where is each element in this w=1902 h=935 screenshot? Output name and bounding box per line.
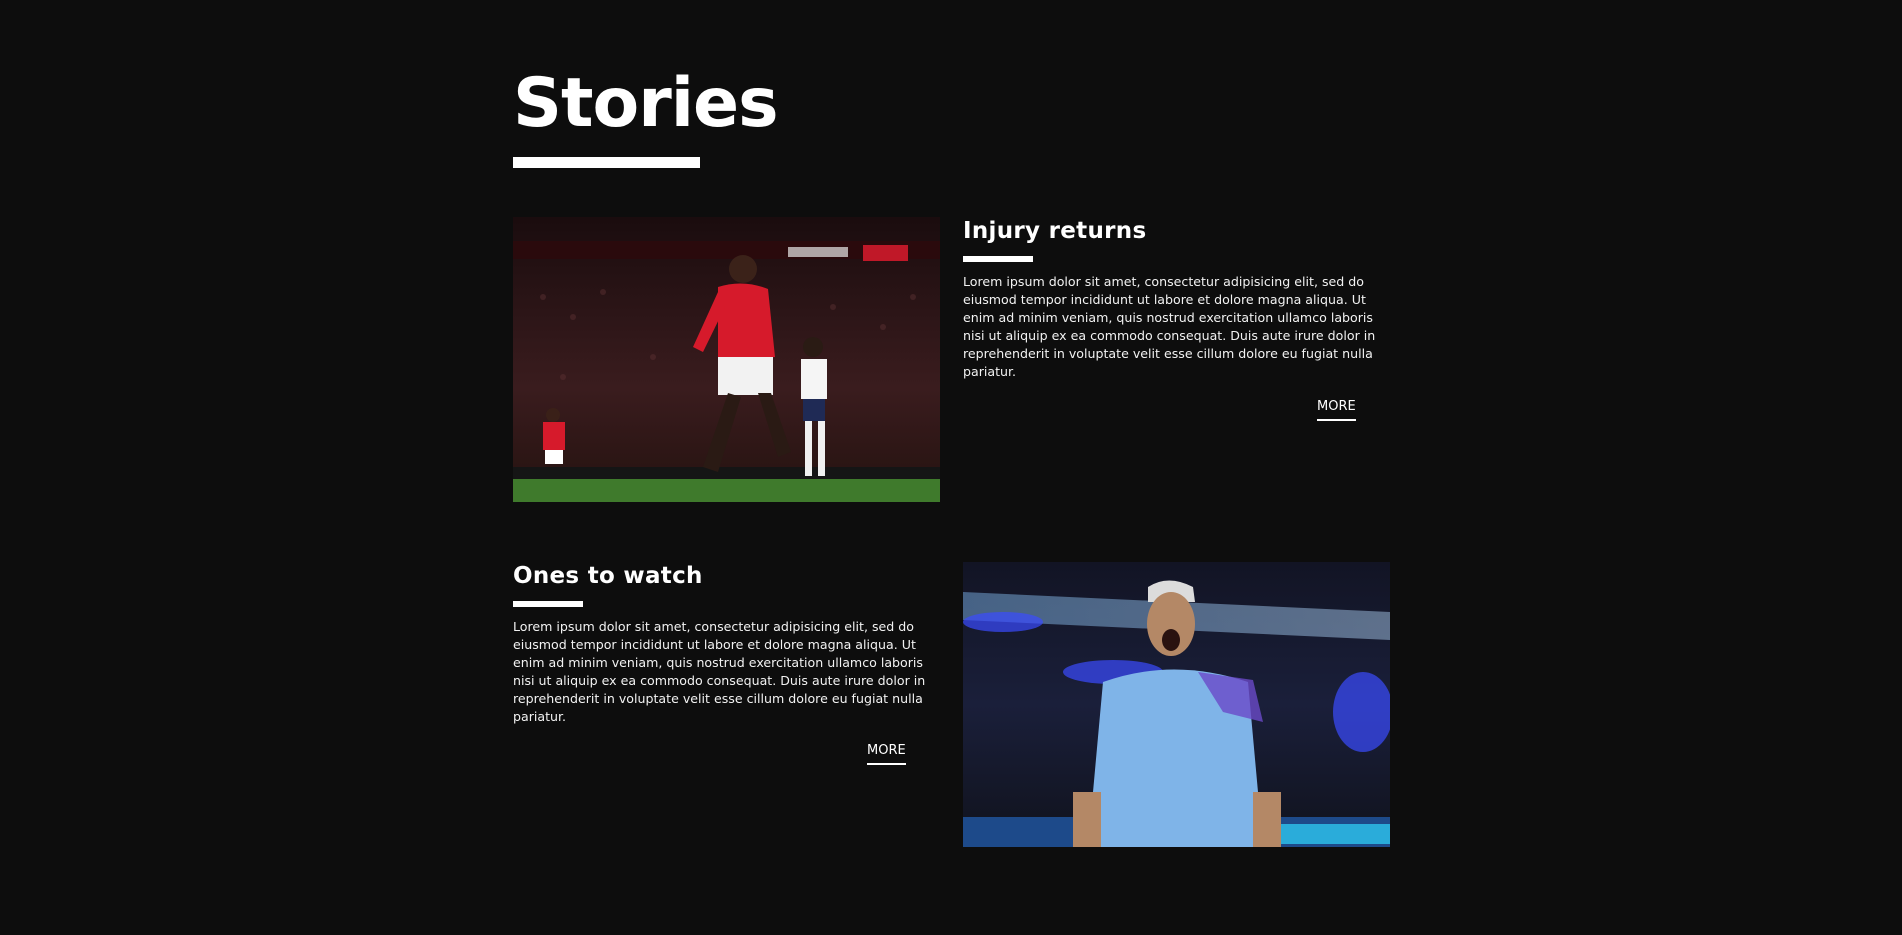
story-injury-returns: Injury returns Lorem ipsum dolor sit ame… (963, 216, 1390, 381)
story-image-injury-returns[interactable] (513, 217, 940, 502)
story-body: Lorem ipsum dolor sit amet, consectetur … (513, 619, 926, 724)
title-underline (513, 157, 700, 168)
footballer-blue-kit-image (963, 562, 1390, 847)
footballer-red-kit-image (513, 217, 940, 502)
stories-page: Stories Injury returns Lorem ipsum dolor… (0, 0, 1902, 935)
heading-underline (513, 601, 583, 607)
story-heading: Ones to watch (513, 563, 703, 589)
story-heading: Injury returns (963, 218, 1147, 244)
heading-underline (963, 256, 1033, 262)
page-title: Stories (513, 64, 779, 143)
story-ones-to-watch: Ones to watch Lorem ipsum dolor sit amet… (513, 561, 940, 726)
more-button[interactable]: MORE (1317, 399, 1356, 421)
story-image-ones-to-watch[interactable] (963, 562, 1390, 847)
story-body: Lorem ipsum dolor sit amet, consectetur … (963, 274, 1376, 379)
more-button[interactable]: MORE (867, 743, 906, 765)
